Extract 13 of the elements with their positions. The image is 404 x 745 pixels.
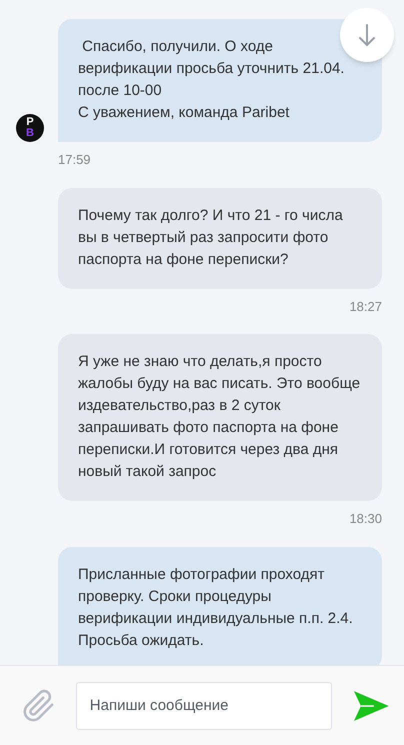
- avatar-logo: P B: [16, 114, 44, 142]
- message-bubble: Почему так долго? И что 21 - го числа вы в четвертый раз запросити фото паспорта на фоне переписки?: [58, 188, 382, 288]
- message-bubble: Спасибо, получили. О ходе верификации просьба уточнить 21.04. после 10-00 С уважением, команда Paribet: [58, 19, 382, 142]
- message-time: 18:27: [349, 298, 382, 316]
- message-bubble: Я уже не знаю что делать,я просто жалобы буду на вас писать. Это вообще издевательство,раз в 2 суток запрашивать фото паспорта на фоне переписки.И готовится через два дня новый такой запрос: [58, 334, 382, 501]
- send-icon[interactable]: [352, 688, 390, 722]
- message-time: 18:30: [349, 510, 382, 528]
- message-time: 17:59: [58, 151, 91, 169]
- paperclip-icon[interactable]: [22, 688, 56, 722]
- arrow-down-icon: [358, 23, 376, 47]
- scroll-down-button[interactable]: [340, 8, 394, 62]
- message-bubble: Присланные фотографии проходят проверку. Сроки процедуры верификации индивидуальные п.п. 2.4. Просьба ожидать.: [58, 546, 382, 665]
- message-input[interactable]: Напиши сообщение: [76, 682, 332, 730]
